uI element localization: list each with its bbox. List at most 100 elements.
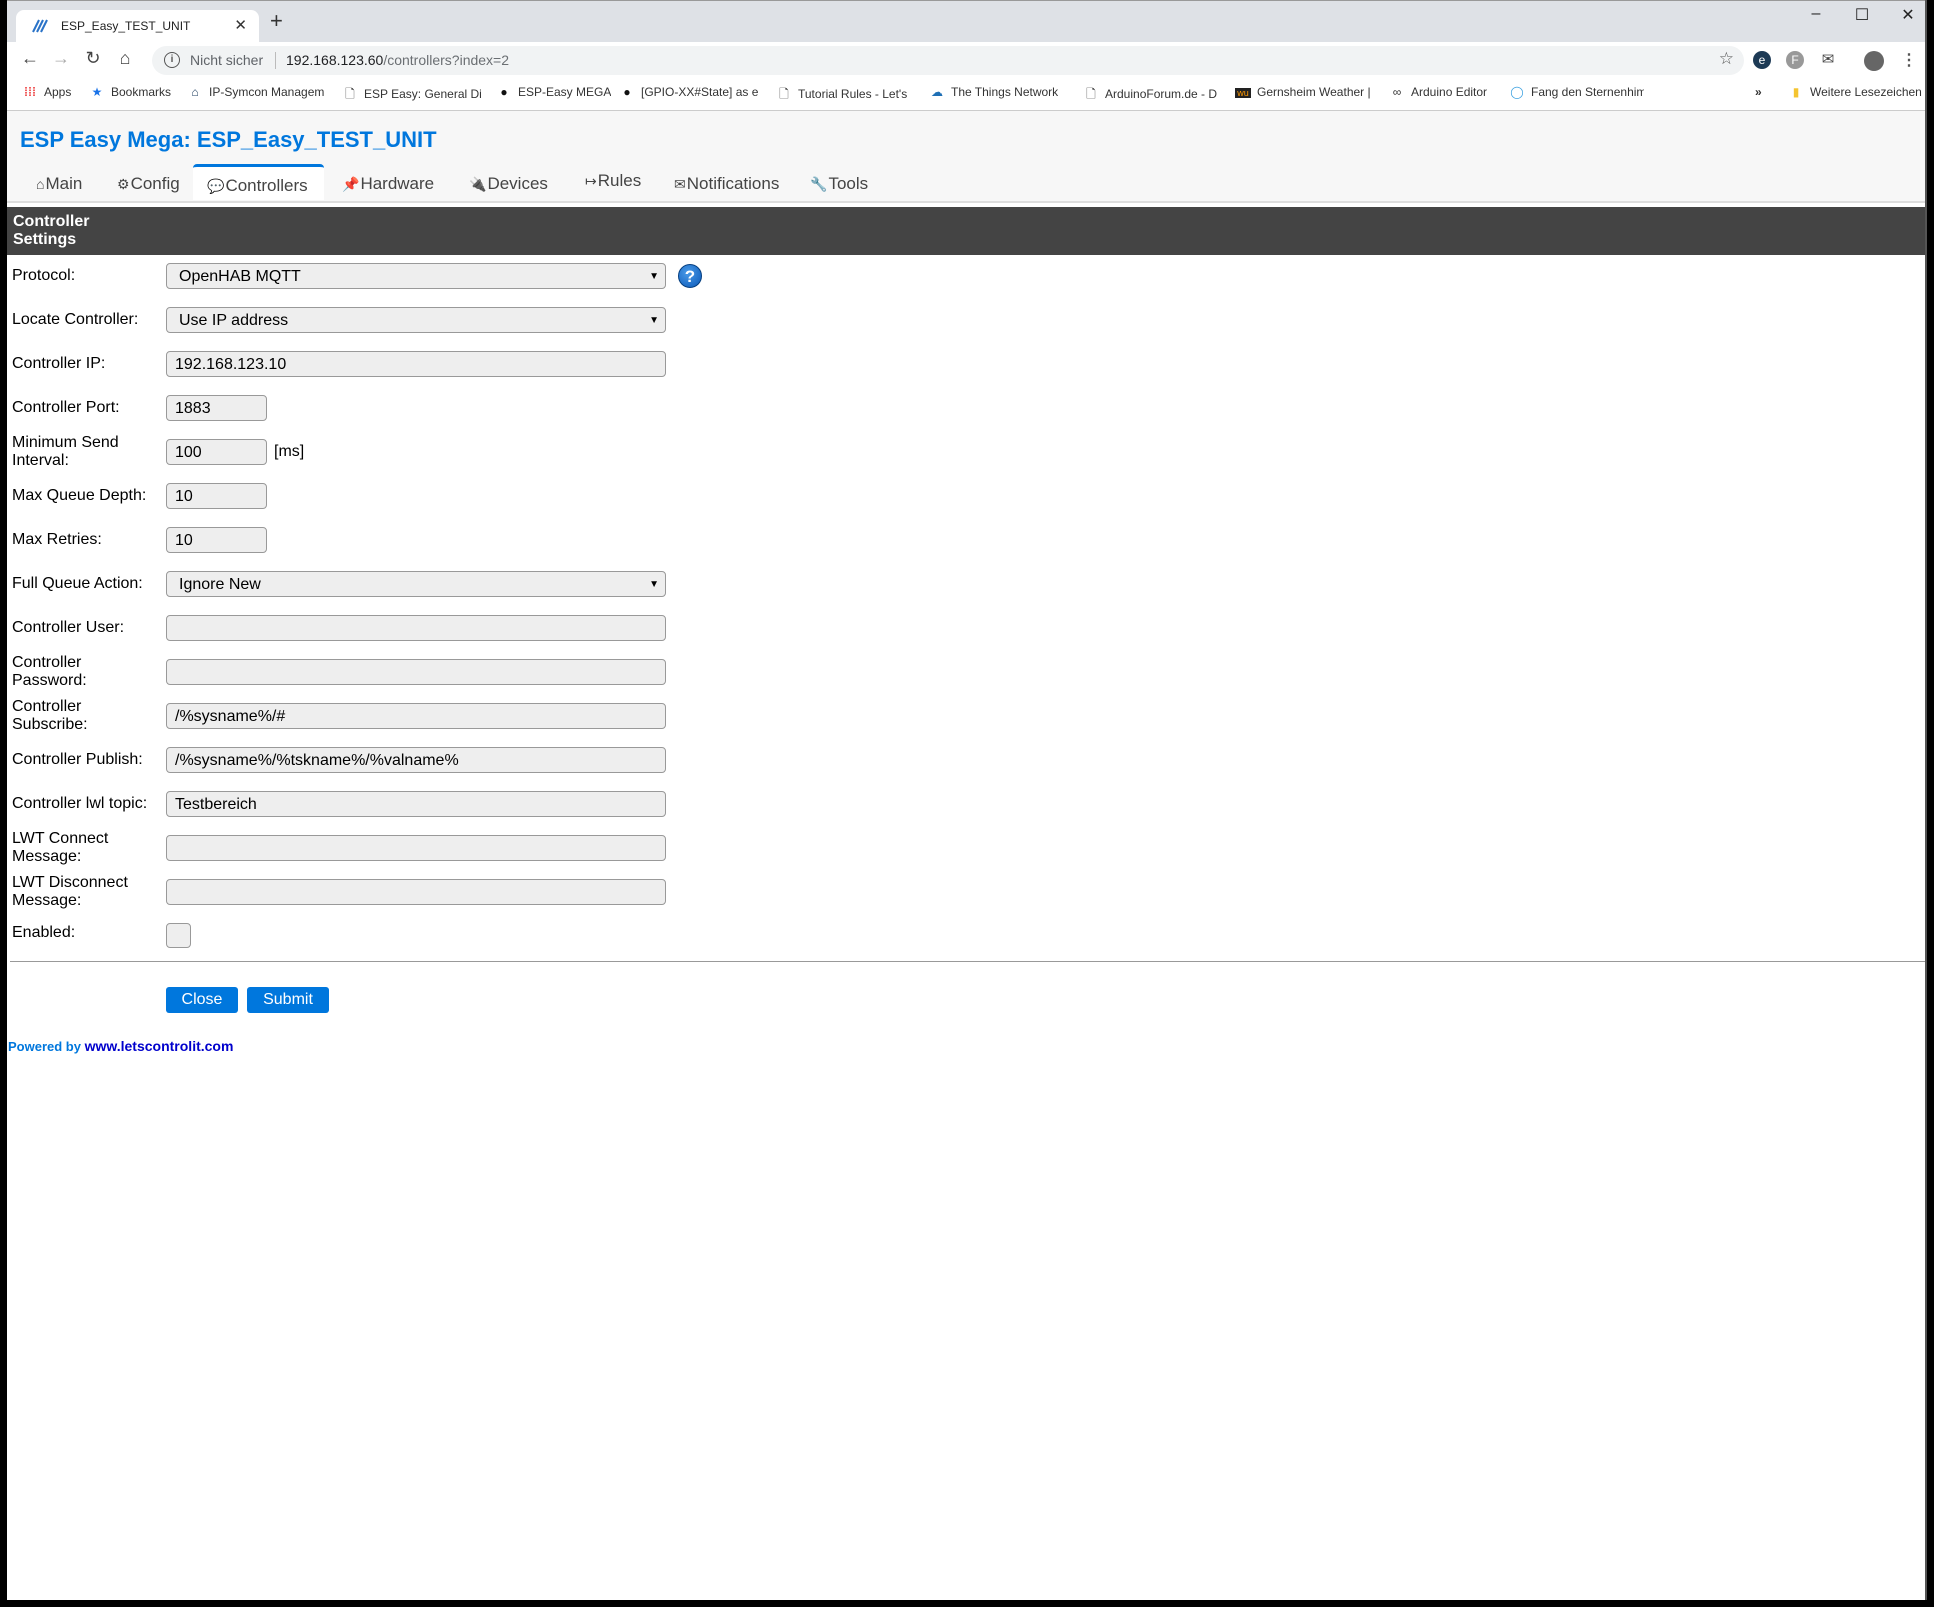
mail-extension-icon[interactable]: ✉ <box>1819 51 1837 69</box>
close-button[interactable]: Close <box>166 987 238 1013</box>
pushpin-icon: 📌 <box>342 176 360 192</box>
address-bar[interactable]: i Nicht sicher 192.168.123.60/controller… <box>152 46 1744 75</box>
close-tab-icon[interactable]: ✕ <box>234 16 247 34</box>
dropdown-arrow-icon: ▼ <box>649 579 659 590</box>
divider <box>10 961 1925 962</box>
powered-by-label: Powered by <box>8 1039 81 1054</box>
url-text[interactable]: 192.168.123.60/controllers?index=2 <box>286 52 509 68</box>
bookmark-star-icon[interactable]: ☆ <box>1719 49 1734 69</box>
lwt-connect-input[interactable] <box>166 835 666 861</box>
gear-icon: ⚙ <box>117 176 130 192</box>
max-queue-depth-input[interactable]: 10 <box>166 483 267 509</box>
bookmark-item[interactable]: ⌂ IP-Symcon Managem <box>187 85 327 99</box>
tab-strip: ESP_Easy_TEST_UNIT ✕ + – ☐ ✕ <box>7 0 1925 43</box>
github-icon: ● <box>623 85 631 99</box>
protocol-select[interactable]: OpenHAB MQTT ▼ <box>166 263 666 289</box>
lwt-disconnect-label: LWT Disconnect Message: <box>12 874 128 909</box>
bookmarks-overflow-button[interactable]: » <box>1755 85 1762 99</box>
bookmark-item[interactable]: wu Gernsheim Weather | <box>1235 85 1371 99</box>
controller-user-input[interactable] <box>166 615 666 641</box>
wu-icon: wu <box>1235 88 1251 98</box>
full-queue-action-select[interactable]: Ignore New ▼ <box>166 571 666 597</box>
enabled-label: Enabled: <box>12 924 76 941</box>
bookmark-item[interactable]: ★ Bookmarks <box>89 85 171 99</box>
url-path: /controllers?index=2 <box>383 52 510 68</box>
page-header: ESP Easy Mega: ESP_Easy_TEST_UNIT ⌂Main … <box>7 111 1925 203</box>
lwt-disconnect-input[interactable] <box>166 879 666 905</box>
envelope-icon: ✉ <box>674 176 686 192</box>
extension-f-icon[interactable]: F <box>1786 51 1804 69</box>
extension-e-icon[interactable]: e <box>1753 51 1771 69</box>
apps-grid-icon: ⁞⁞⁞ <box>24 85 36 99</box>
menu-tab-tools[interactable]: 🔧Tools <box>810 167 868 201</box>
wrench-icon: 🔧 <box>810 176 828 192</box>
minimize-button[interactable]: – <box>1796 5 1836 23</box>
page-icon: 🗋 <box>779 87 789 101</box>
bookmark-item[interactable]: ● [GPIO-XX#State] as e <box>619 85 764 99</box>
controller-publish-label: Controller Publish: <box>12 751 143 768</box>
locate-controller-select[interactable]: Use IP address ▼ <box>166 307 666 333</box>
full-queue-action-label: Full Queue Action: <box>12 575 143 592</box>
browser-toolbar: ← → ↻ ⌂ i Nicht sicher 192.168.123.60/co… <box>7 42 1925 79</box>
max-queue-depth-label: Max Queue Depth: <box>12 487 147 504</box>
bookmark-item[interactable]: ● ESP-Easy MEGA <box>496 85 611 99</box>
enabled-checkbox[interactable] <box>166 923 191 948</box>
max-retries-label: Max Retries: <box>12 531 102 548</box>
menu-tab-devices[interactable]: 🔌Devices <box>469 167 548 201</box>
page-icon: 🗋 <box>345 87 355 101</box>
info-icon[interactable]: i <box>164 52 180 68</box>
bookmark-item[interactable]: 🗋 Tutorial Rules - Let's <box>776 85 916 106</box>
controller-port-label: Controller Port: <box>12 399 120 416</box>
menu-tab-notifications[interactable]: ✉Notifications <box>674 167 779 201</box>
menu-tab-controllers[interactable]: 💬Controllers <box>193 164 324 200</box>
menu-tab-rules[interactable]: ↦Rules <box>585 164 641 198</box>
ms-unit-label: [ms] <box>274 443 305 460</box>
new-tab-button[interactable]: + <box>270 10 283 32</box>
min-send-interval-input[interactable]: 100 <box>166 439 267 465</box>
letscontrolit-link[interactable]: www.letscontrolit.com <box>85 1038 234 1054</box>
star-icon: ★ <box>91 85 103 99</box>
profile-avatar[interactable] <box>1864 51 1884 71</box>
back-button[interactable]: ← <box>17 48 43 69</box>
reload-button[interactable]: ↻ <box>80 48 106 69</box>
menu-tab-main[interactable]: ⌂Main <box>36 167 82 201</box>
bookmark-item[interactable]: ◯ Fang den Sternenhim <box>1509 85 1644 99</box>
bookmark-item[interactable]: ∞ Arduino Editor <box>1389 85 1487 99</box>
controller-subscribe-input[interactable]: /%sysname%/# <box>166 703 666 729</box>
browser-window: ESP_Easy_TEST_UNIT ✕ + – ☐ ✕ ← → ↻ ⌂ i N… <box>7 0 1927 1600</box>
other-bookmarks-folder[interactable]: ▮ Weitere Lesezeichen <box>1788 85 1922 99</box>
home-button[interactable]: ⌂ <box>112 48 138 69</box>
bookmark-item[interactable]: ⁞⁞⁞ Apps <box>22 85 71 99</box>
url-host: 192.168.123.60 <box>286 52 384 68</box>
help-icon[interactable]: ? <box>678 264 702 288</box>
controller-ip-input[interactable]: 192.168.123.10 <box>166 351 666 377</box>
submit-button[interactable]: Submit <box>247 987 329 1013</box>
page-title: ESP Easy Mega: ESP_Easy_TEST_UNIT <box>20 127 437 152</box>
max-retries-input[interactable]: 10 <box>166 527 267 553</box>
menu-tab-config[interactable]: ⚙Config <box>117 167 180 201</box>
home-icon: ⌂ <box>36 176 45 192</box>
controller-lwl-topic-input[interactable]: Testbereich <box>166 791 666 817</box>
controller-publish-input[interactable]: /%sysname%/%tskname%/%valname% <box>166 747 666 773</box>
controller-lwl-topic-label: Controller lwl topic: <box>12 795 148 812</box>
close-window-button[interactable]: ✕ <box>1888 5 1928 25</box>
bookmark-item[interactable]: 🗋 ESP Easy: General Dis <box>342 85 482 106</box>
controller-port-input[interactable]: 1883 <box>166 395 267 421</box>
dropdown-arrow-icon: ▼ <box>649 315 659 326</box>
ring-icon: ◯ <box>1510 85 1524 99</box>
arrow-right-icon: ↦ <box>585 173 597 189</box>
page-content: ESP Easy Mega: ESP_Easy_TEST_UNIT ⌂Main … <box>7 111 1925 1600</box>
bookmark-item[interactable]: 🗋 ArduinoForum.de - D <box>1083 85 1218 106</box>
speech-bubble-icon: 💬 <box>207 178 225 194</box>
controller-user-label: Controller User: <box>12 619 125 636</box>
browser-tab-active[interactable]: ESP_Easy_TEST_UNIT ✕ <box>16 10 259 43</box>
section-title: Controller Settings <box>13 213 90 248</box>
footer: Powered by www.letscontrolit.com <box>8 1038 233 1054</box>
maximize-button[interactable]: ☐ <box>1842 5 1882 25</box>
controller-password-label: Controller Password: <box>12 654 87 689</box>
forward-button[interactable]: → <box>48 48 74 69</box>
menu-tab-hardware[interactable]: 📌Hardware <box>342 167 434 201</box>
bookmark-item[interactable]: ☁ The Things Network <box>929 85 1058 99</box>
browser-menu-icon[interactable]: ⋮ <box>1901 50 1917 70</box>
controller-password-input[interactable] <box>166 659 666 685</box>
